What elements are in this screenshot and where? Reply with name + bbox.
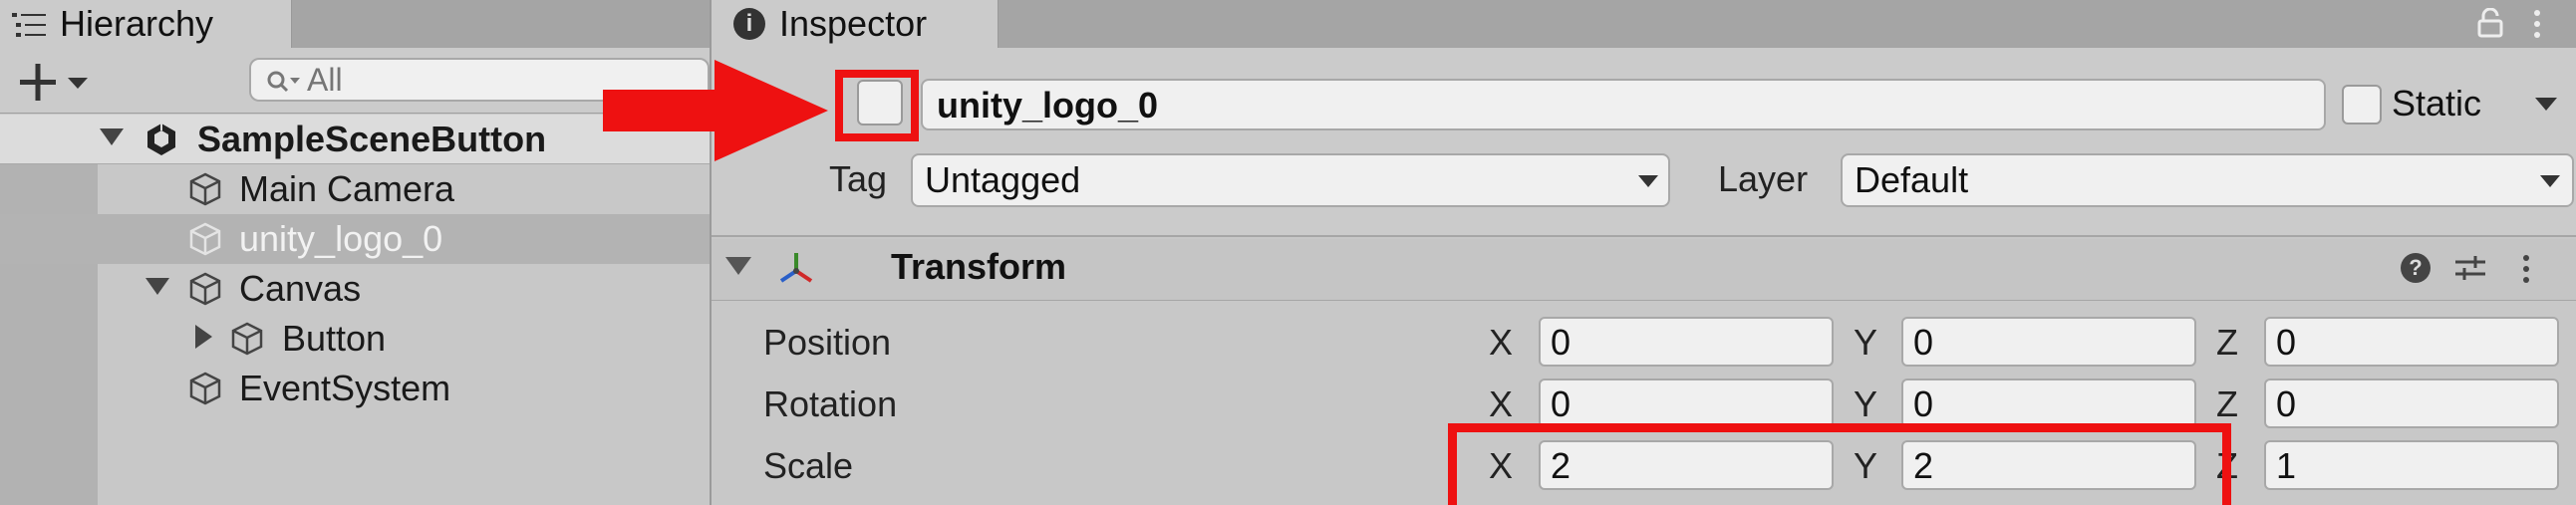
gameobject-cube-icon [231, 322, 263, 356]
object-name-text: unity_logo_0 [937, 85, 1159, 126]
layer-label: Layer [1718, 158, 1809, 199]
rotation-x-field[interactable]: 0 [1539, 379, 1834, 428]
object-name-field[interactable]: unity_logo_0 [921, 79, 2326, 130]
help-icon[interactable]: ? [2401, 253, 2431, 283]
scale-z-field[interactable]: 1 [2264, 440, 2559, 490]
hierarchy-item-main-camera[interactable]: Main Camera [0, 164, 710, 214]
rotation-y-value: 0 [1913, 383, 1934, 424]
expand-arrow-icon[interactable] [100, 128, 124, 145]
hierarchy-item-label: unity_logo_0 [239, 218, 443, 259]
transform-axes-icon [779, 253, 813, 283]
gameobject-header [712, 48, 2576, 237]
tab-inspector[interactable]: i Inspector [712, 0, 999, 48]
tag-label: Tag [829, 158, 888, 199]
axis-y-label: Y [1854, 322, 1878, 363]
tag-value: Untagged [925, 159, 1081, 200]
hierarchy-item-canvas[interactable]: Canvas [0, 264, 710, 314]
position-x-field[interactable]: 0 [1539, 317, 1834, 367]
transform-title: Transform [891, 246, 1067, 287]
hierarchy-item-label: Main Camera [239, 168, 455, 209]
tab-hierarchy[interactable]: Hierarchy [0, 0, 292, 48]
axis-y-label: Y [1854, 383, 1878, 424]
static-checkbox[interactable] [2342, 85, 2382, 125]
position-z-value: 0 [2276, 322, 2297, 363]
dropdown-arrow-icon [2540, 175, 2560, 187]
position-z-field[interactable]: 0 [2264, 317, 2559, 367]
annotation-arrow [603, 60, 828, 161]
rotation-z-field[interactable]: 0 [2264, 379, 2559, 428]
scale-z-value: 1 [2276, 445, 2297, 486]
gameobject-cube-icon [189, 272, 221, 306]
gameobject-cube-icon [189, 372, 221, 405]
position-x-value: 0 [1551, 322, 1572, 363]
hierarchy-item-label: Button [282, 318, 387, 359]
rotation-y-field[interactable]: 0 [1901, 379, 2196, 428]
inspector-tab-label: Inspector [779, 3, 928, 44]
hierarchy-item-eventsystem[interactable]: EventSystem [0, 364, 710, 413]
axis-z-label: Z [2216, 383, 2238, 424]
rotation-x-value: 0 [1551, 383, 1572, 424]
unity-scene-icon [147, 124, 175, 155]
hierarchy-tree: SampleSceneButton Main Camera unity_logo… [0, 115, 710, 505]
static-dropdown-icon[interactable] [2535, 98, 2557, 111]
static-label: Static [2392, 83, 2482, 124]
kebab-menu-icon[interactable] [2527, 4, 2547, 44]
gameobject-cube-icon [189, 222, 221, 256]
hierarchy-item-button[interactable]: Button [0, 314, 710, 364]
annotation-highlight-active-toggle [835, 70, 919, 141]
axis-z-label: Z [2216, 322, 2238, 363]
position-label: Position [763, 322, 892, 363]
expand-arrow-icon[interactable] [145, 278, 169, 295]
position-y-field[interactable]: 0 [1901, 317, 2196, 367]
info-icon: i [733, 8, 765, 40]
presets-icon[interactable] [2453, 253, 2487, 283]
lock-icon[interactable] [2475, 8, 2505, 38]
scale-label: Scale [763, 445, 854, 486]
collapse-arrow-icon[interactable] [195, 325, 212, 349]
rotation-label: Rotation [763, 383, 898, 424]
annotation-highlight-scale-xy [1448, 423, 2231, 505]
search-icon [267, 71, 300, 93]
hierarchy-item-unity-logo[interactable]: unity_logo_0 [0, 214, 710, 264]
position-y-value: 0 [1913, 322, 1934, 363]
kebab-menu-icon[interactable] [2519, 251, 2533, 287]
gameobject-cube-icon [189, 172, 221, 206]
dropdown-arrow-icon [1638, 175, 1658, 187]
axis-x-label: X [1489, 383, 1514, 424]
hierarchy-item-label: Canvas [239, 268, 362, 309]
list-icon [12, 13, 46, 37]
tag-dropdown[interactable]: Untagged [911, 153, 1670, 207]
hierarchy-item-label: EventSystem [239, 368, 451, 408]
layer-value: Default [1855, 159, 1969, 200]
layer-dropdown[interactable]: Default [1841, 153, 2574, 207]
axis-x-label: X [1489, 322, 1514, 363]
add-object-button[interactable] [12, 58, 92, 106]
hierarchy-tab-label: Hierarchy [60, 3, 214, 44]
rotation-z-value: 0 [2276, 383, 2297, 424]
scene-name: SampleSceneButton [197, 119, 547, 159]
collapse-arrow-icon[interactable] [725, 257, 751, 275]
